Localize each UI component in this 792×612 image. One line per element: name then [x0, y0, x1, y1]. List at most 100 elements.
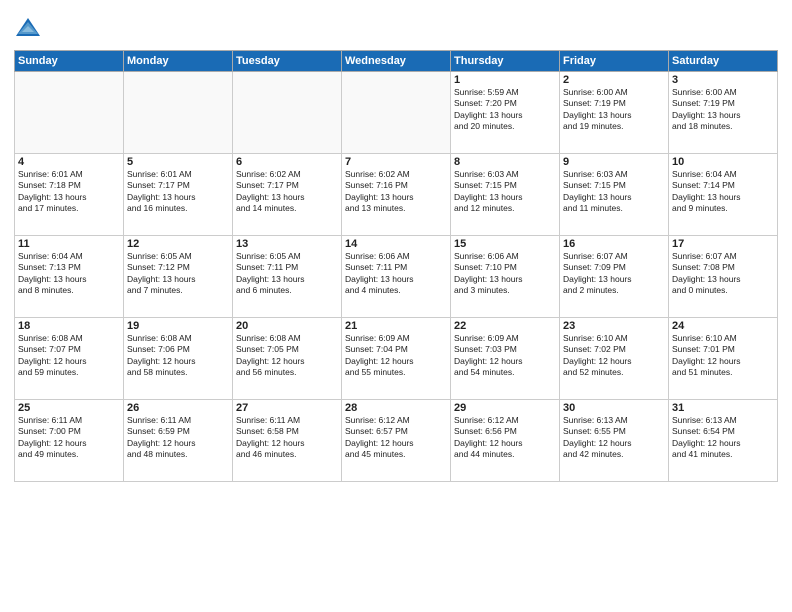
calendar-cell: 12Sunrise: 6:05 AM Sunset: 7:12 PM Dayli…: [124, 236, 233, 318]
col-header-wednesday: Wednesday: [342, 51, 451, 72]
day-number: 26: [127, 402, 229, 414]
week-row-3: 11Sunrise: 6:04 AM Sunset: 7:13 PM Dayli…: [15, 236, 778, 318]
day-number: 15: [454, 238, 556, 250]
calendar-cell: 26Sunrise: 6:11 AM Sunset: 6:59 PM Dayli…: [124, 400, 233, 482]
calendar-cell: 17Sunrise: 6:07 AM Sunset: 7:08 PM Dayli…: [669, 236, 778, 318]
day-number: 10: [672, 156, 774, 168]
day-number: 29: [454, 402, 556, 414]
day-info: Sunrise: 6:07 AM Sunset: 7:08 PM Dayligh…: [672, 251, 774, 297]
calendar-cell: 16Sunrise: 6:07 AM Sunset: 7:09 PM Dayli…: [560, 236, 669, 318]
header: [14, 10, 778, 42]
day-number: 8: [454, 156, 556, 168]
calendar-cell: 6Sunrise: 6:02 AM Sunset: 7:17 PM Daylig…: [233, 154, 342, 236]
day-info: Sunrise: 6:01 AM Sunset: 7:17 PM Dayligh…: [127, 169, 229, 215]
day-number: 1: [454, 74, 556, 86]
calendar-table: SundayMondayTuesdayWednesdayThursdayFrid…: [14, 50, 778, 482]
day-info: Sunrise: 6:03 AM Sunset: 7:15 PM Dayligh…: [454, 169, 556, 215]
calendar-cell: 19Sunrise: 6:08 AM Sunset: 7:06 PM Dayli…: [124, 318, 233, 400]
week-row-1: 1Sunrise: 5:59 AM Sunset: 7:20 PM Daylig…: [15, 72, 778, 154]
week-row-5: 25Sunrise: 6:11 AM Sunset: 7:00 PM Dayli…: [15, 400, 778, 482]
day-number: 21: [345, 320, 447, 332]
day-info: Sunrise: 6:11 AM Sunset: 7:00 PM Dayligh…: [18, 415, 120, 461]
calendar-cell: 18Sunrise: 6:08 AM Sunset: 7:07 PM Dayli…: [15, 318, 124, 400]
calendar-cell: 20Sunrise: 6:08 AM Sunset: 7:05 PM Dayli…: [233, 318, 342, 400]
calendar-cell: 7Sunrise: 6:02 AM Sunset: 7:16 PM Daylig…: [342, 154, 451, 236]
day-info: Sunrise: 6:12 AM Sunset: 6:57 PM Dayligh…: [345, 415, 447, 461]
day-number: 17: [672, 238, 774, 250]
day-number: 28: [345, 402, 447, 414]
logo: [14, 14, 46, 42]
day-number: 20: [236, 320, 338, 332]
day-info: Sunrise: 6:02 AM Sunset: 7:17 PM Dayligh…: [236, 169, 338, 215]
day-info: Sunrise: 6:11 AM Sunset: 6:59 PM Dayligh…: [127, 415, 229, 461]
col-header-saturday: Saturday: [669, 51, 778, 72]
calendar-cell: 11Sunrise: 6:04 AM Sunset: 7:13 PM Dayli…: [15, 236, 124, 318]
calendar-header-row: SundayMondayTuesdayWednesdayThursdayFrid…: [15, 51, 778, 72]
day-number: 23: [563, 320, 665, 332]
day-info: Sunrise: 6:13 AM Sunset: 6:55 PM Dayligh…: [563, 415, 665, 461]
calendar-cell: [124, 72, 233, 154]
day-info: Sunrise: 6:13 AM Sunset: 6:54 PM Dayligh…: [672, 415, 774, 461]
day-number: 30: [563, 402, 665, 414]
calendar-cell: 31Sunrise: 6:13 AM Sunset: 6:54 PM Dayli…: [669, 400, 778, 482]
day-info: Sunrise: 6:03 AM Sunset: 7:15 PM Dayligh…: [563, 169, 665, 215]
page: SundayMondayTuesdayWednesdayThursdayFrid…: [0, 0, 792, 612]
day-number: 31: [672, 402, 774, 414]
logo-icon: [14, 14, 42, 42]
day-info: Sunrise: 6:02 AM Sunset: 7:16 PM Dayligh…: [345, 169, 447, 215]
day-number: 13: [236, 238, 338, 250]
col-header-tuesday: Tuesday: [233, 51, 342, 72]
day-info: Sunrise: 6:01 AM Sunset: 7:18 PM Dayligh…: [18, 169, 120, 215]
col-header-friday: Friday: [560, 51, 669, 72]
day-info: Sunrise: 6:08 AM Sunset: 7:06 PM Dayligh…: [127, 333, 229, 379]
calendar-cell: 28Sunrise: 6:12 AM Sunset: 6:57 PM Dayli…: [342, 400, 451, 482]
day-number: 18: [18, 320, 120, 332]
day-number: 12: [127, 238, 229, 250]
day-number: 9: [563, 156, 665, 168]
calendar-cell: 25Sunrise: 6:11 AM Sunset: 7:00 PM Dayli…: [15, 400, 124, 482]
day-number: 5: [127, 156, 229, 168]
day-info: Sunrise: 6:08 AM Sunset: 7:07 PM Dayligh…: [18, 333, 120, 379]
calendar-cell: [342, 72, 451, 154]
day-number: 6: [236, 156, 338, 168]
calendar-cell: 29Sunrise: 6:12 AM Sunset: 6:56 PM Dayli…: [451, 400, 560, 482]
calendar-cell: 5Sunrise: 6:01 AM Sunset: 7:17 PM Daylig…: [124, 154, 233, 236]
day-number: 14: [345, 238, 447, 250]
day-info: Sunrise: 5:59 AM Sunset: 7:20 PM Dayligh…: [454, 87, 556, 133]
calendar-cell: 14Sunrise: 6:06 AM Sunset: 7:11 PM Dayli…: [342, 236, 451, 318]
day-info: Sunrise: 6:06 AM Sunset: 7:11 PM Dayligh…: [345, 251, 447, 297]
col-header-sunday: Sunday: [15, 51, 124, 72]
calendar-cell: [233, 72, 342, 154]
day-info: Sunrise: 6:09 AM Sunset: 7:04 PM Dayligh…: [345, 333, 447, 379]
day-info: Sunrise: 6:08 AM Sunset: 7:05 PM Dayligh…: [236, 333, 338, 379]
day-number: 25: [18, 402, 120, 414]
calendar-cell: 2Sunrise: 6:00 AM Sunset: 7:19 PM Daylig…: [560, 72, 669, 154]
calendar-cell: 13Sunrise: 6:05 AM Sunset: 7:11 PM Dayli…: [233, 236, 342, 318]
day-number: 11: [18, 238, 120, 250]
day-info: Sunrise: 6:09 AM Sunset: 7:03 PM Dayligh…: [454, 333, 556, 379]
day-number: 7: [345, 156, 447, 168]
day-number: 24: [672, 320, 774, 332]
week-row-2: 4Sunrise: 6:01 AM Sunset: 7:18 PM Daylig…: [15, 154, 778, 236]
calendar-cell: 8Sunrise: 6:03 AM Sunset: 7:15 PM Daylig…: [451, 154, 560, 236]
calendar-cell: 15Sunrise: 6:06 AM Sunset: 7:10 PM Dayli…: [451, 236, 560, 318]
day-info: Sunrise: 6:06 AM Sunset: 7:10 PM Dayligh…: [454, 251, 556, 297]
day-number: 22: [454, 320, 556, 332]
calendar-cell: 24Sunrise: 6:10 AM Sunset: 7:01 PM Dayli…: [669, 318, 778, 400]
day-info: Sunrise: 6:11 AM Sunset: 6:58 PM Dayligh…: [236, 415, 338, 461]
calendar-cell: 22Sunrise: 6:09 AM Sunset: 7:03 PM Dayli…: [451, 318, 560, 400]
day-info: Sunrise: 6:04 AM Sunset: 7:13 PM Dayligh…: [18, 251, 120, 297]
day-number: 27: [236, 402, 338, 414]
calendar-cell: 23Sunrise: 6:10 AM Sunset: 7:02 PM Dayli…: [560, 318, 669, 400]
day-number: 16: [563, 238, 665, 250]
week-row-4: 18Sunrise: 6:08 AM Sunset: 7:07 PM Dayli…: [15, 318, 778, 400]
col-header-monday: Monday: [124, 51, 233, 72]
calendar-cell: 4Sunrise: 6:01 AM Sunset: 7:18 PM Daylig…: [15, 154, 124, 236]
day-info: Sunrise: 6:12 AM Sunset: 6:56 PM Dayligh…: [454, 415, 556, 461]
calendar-cell: [15, 72, 124, 154]
day-info: Sunrise: 6:00 AM Sunset: 7:19 PM Dayligh…: [563, 87, 665, 133]
day-info: Sunrise: 6:10 AM Sunset: 7:02 PM Dayligh…: [563, 333, 665, 379]
calendar-cell: 27Sunrise: 6:11 AM Sunset: 6:58 PM Dayli…: [233, 400, 342, 482]
day-number: 4: [18, 156, 120, 168]
calendar-cell: 21Sunrise: 6:09 AM Sunset: 7:04 PM Dayli…: [342, 318, 451, 400]
